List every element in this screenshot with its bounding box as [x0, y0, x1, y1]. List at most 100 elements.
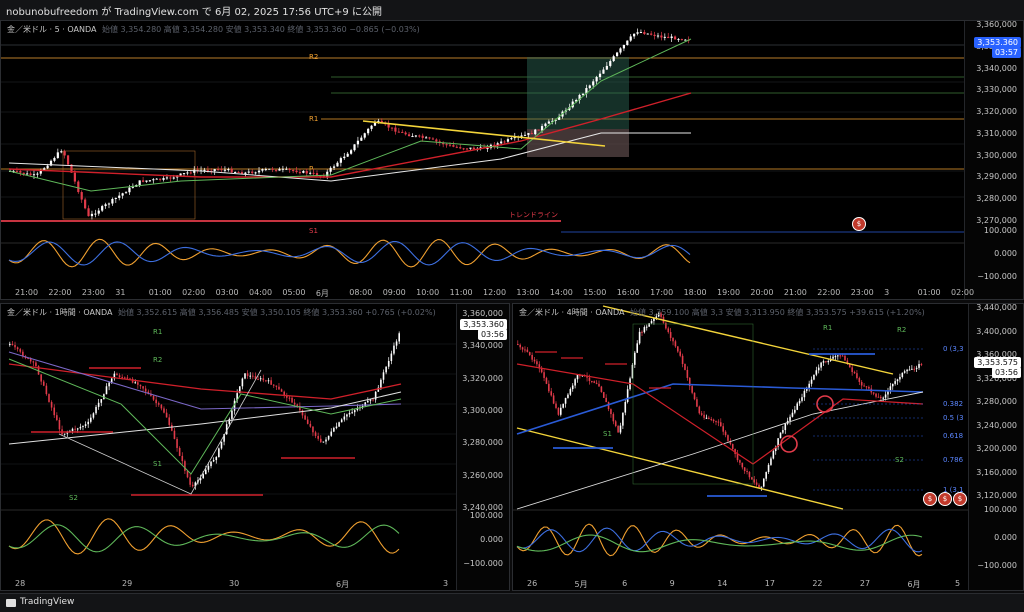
candle — [636, 32, 639, 34]
candle — [562, 403, 564, 408]
right-time-axis[interactable]: 26 5月 6 9 14 17 22 27 6月 5 — [513, 576, 971, 590]
top-symbol[interactable]: 金／米ドル · 5 · OANDA — [7, 25, 96, 34]
left-time-label: 29 — [122, 579, 133, 588]
candle — [674, 341, 677, 347]
candle — [82, 426, 84, 428]
top-time-axis[interactable]: 21:00 22:00 23:00 31 01:00 02:00 03:00 04:00 05:… — [1, 285, 974, 299]
candle — [56, 415, 58, 421]
left-chart-canvas[interactable]: R1 R2 S1 S2 — [1, 304, 510, 591]
footer-brand: TradingView — [20, 597, 75, 607]
candle — [882, 397, 884, 399]
candle — [552, 395, 555, 404]
candle — [32, 174, 36, 176]
candle — [230, 169, 233, 173]
candle — [500, 141, 503, 144]
right-chart-pane[interactable]: 0 (3,3 0.382 0.5 (3 0.618 0.786 1 (3,1 R1 R2 S1 S… — [512, 303, 1024, 591]
right-osc-tick: 100.000 — [983, 505, 1017, 514]
candle — [896, 379, 899, 382]
candle — [712, 419, 715, 422]
candle — [251, 171, 254, 174]
top-time-label: 20:00 — [750, 288, 774, 297]
candle — [404, 132, 407, 135]
candle — [615, 52, 619, 57]
candle — [172, 177, 175, 179]
candle — [779, 432, 782, 439]
candle — [60, 151, 63, 153]
ma-blue — [516, 383, 924, 435]
candle — [622, 44, 625, 49]
trendline-label: トレンドライン — [509, 211, 558, 219]
candle — [353, 410, 356, 413]
candle — [111, 198, 114, 204]
candle — [363, 133, 366, 138]
candle — [288, 397, 291, 399]
candle — [329, 167, 332, 172]
left-price-axis[interactable]: 3,360,000 3,340,000 3,320,000 3,300,000 3,28… — [456, 304, 509, 590]
candle — [382, 372, 385, 380]
left-tick: 3,340,000 — [462, 341, 503, 351]
candle — [42, 381, 45, 386]
candle — [817, 367, 820, 371]
candle — [32, 361, 35, 363]
candle — [179, 173, 182, 176]
candle — [602, 69, 605, 74]
event-icon-1[interactable]: $ — [923, 492, 937, 506]
candle — [810, 379, 813, 384]
candle — [548, 383, 550, 392]
right-time-label: 22 — [812, 579, 823, 588]
left-chart-pane[interactable]: R1 R2 S1 S2 金／米ドル · 1時間 · OANDA 始値 3,352.61… — [0, 303, 510, 591]
candle — [670, 36, 673, 39]
candle — [121, 377, 123, 379]
candle — [851, 367, 853, 373]
candle — [863, 385, 865, 387]
candle — [421, 135, 424, 138]
candle — [547, 121, 550, 124]
left-time-axis[interactable]: 28 29 30 6月 3 — [1, 576, 459, 590]
event-icon-3[interactable]: $ — [953, 492, 967, 506]
candle — [293, 402, 296, 405]
right-tick: 3,440,000 — [976, 303, 1017, 312]
candle — [305, 170, 308, 174]
candle — [858, 378, 861, 382]
top-time-label: 02:00 — [182, 288, 206, 297]
candle — [278, 168, 281, 171]
candle — [367, 128, 370, 134]
left-time-label: 3 — [443, 579, 449, 588]
top-price-axis[interactable]: 3,360,0003,350,0003,340,0003,330,0003,32… — [964, 21, 1023, 299]
candle — [159, 178, 162, 180]
top-chart-pane[interactable]: R2 R1 P S1 トレンドライン 金／米ドル · 5 · OANDA 始値 3,35… — [0, 20, 1024, 300]
candle — [131, 186, 134, 188]
event-icon[interactable]: $ — [852, 217, 866, 231]
candle — [322, 441, 325, 443]
top-time-label: 19:00 — [717, 288, 741, 297]
candle — [340, 419, 343, 423]
event-icon-2[interactable]: $ — [938, 492, 952, 506]
left-chart-legend: 金／米ドル · 1時間 · OANDA 始値 3,352.615 高値 3,35… — [7, 307, 436, 318]
candle — [462, 148, 465, 150]
top-time-label: 09:00 — [382, 288, 406, 297]
candle — [157, 403, 160, 405]
left-symbol[interactable]: 金／米ドル · 1時間 · OANDA — [7, 308, 112, 317]
candle — [228, 418, 231, 425]
candle — [335, 426, 338, 429]
top-time-label: 21:00 — [783, 288, 807, 297]
right-chart-canvas[interactable]: 0 (3,30.3820.5 (30.6180.7861 (3,1R1 R2S1S… — [513, 304, 1024, 591]
right-price-axis[interactable]: 3,440,000 3,400,000 3,360,000 3,320,000 3,28… — [968, 304, 1023, 590]
top-time-label: 13:00 — [516, 288, 540, 297]
candle — [588, 377, 591, 381]
candle — [343, 416, 346, 420]
candle — [736, 453, 739, 461]
candle — [520, 135, 523, 137]
candle — [94, 213, 97, 215]
top-chart-canvas[interactable]: R2 R1 P S1 トレンドライン — [1, 21, 1024, 300]
candle — [708, 417, 710, 419]
candle — [592, 81, 595, 86]
right-symbol[interactable]: 金／米ドル · 4時間 · OANDA — [519, 308, 624, 317]
candle — [333, 428, 335, 432]
candle — [543, 372, 545, 378]
candle — [581, 93, 585, 95]
candle — [246, 373, 249, 377]
candle — [152, 395, 155, 400]
top-tick: 3,340,000 — [976, 63, 1017, 73]
candle — [530, 133, 533, 135]
